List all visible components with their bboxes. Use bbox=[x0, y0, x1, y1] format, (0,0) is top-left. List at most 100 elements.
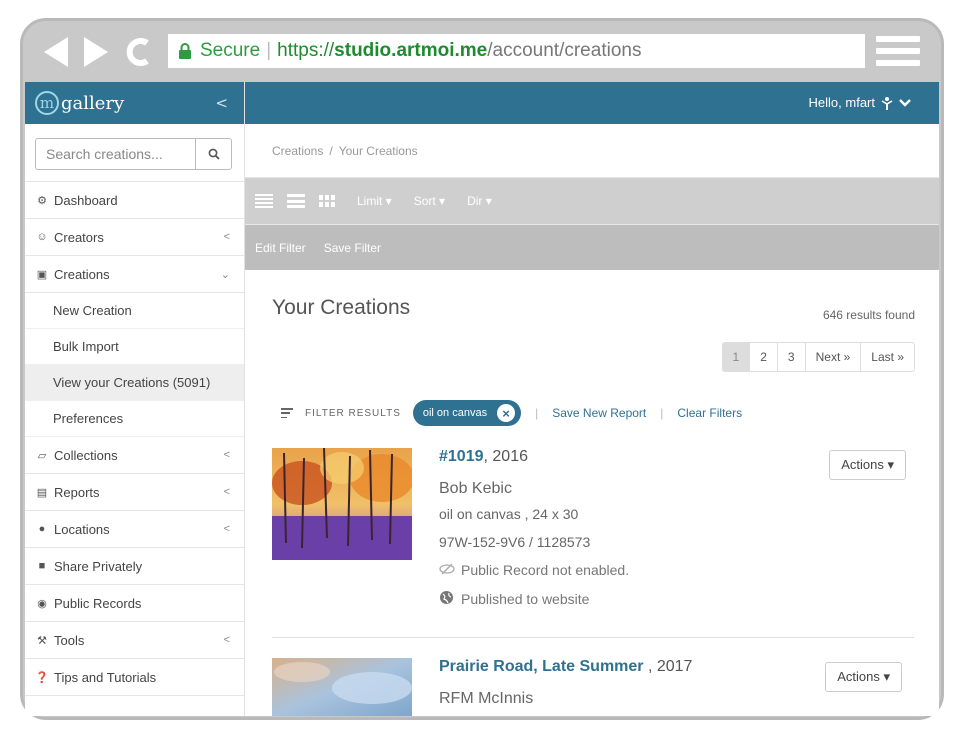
search-box bbox=[35, 138, 232, 170]
separator: | bbox=[535, 406, 539, 420]
search-icon bbox=[208, 148, 220, 160]
filter-toolbar: Edit Filter Save Filter bbox=[245, 224, 939, 270]
question-icon: ❓ bbox=[35, 671, 49, 684]
save-new-report-link[interactable]: Save New Report bbox=[552, 406, 646, 420]
remove-filter-icon[interactable]: × bbox=[497, 404, 516, 422]
artwork-title-row: Prairie Road, Late Summer , 2017 bbox=[439, 658, 799, 680]
page-3-button[interactable]: 3 bbox=[776, 343, 805, 371]
chevron-down-icon bbox=[899, 98, 911, 107]
pagination: 1 2 3 Next » Last » bbox=[721, 342, 915, 372]
sidebar-subitem-new-creation[interactable]: New Creation bbox=[25, 293, 244, 329]
clear-filters-link[interactable]: Clear Filters bbox=[677, 406, 742, 420]
sidebar-item-label: Tools bbox=[54, 632, 85, 648]
location-icon: ● bbox=[38, 523, 46, 535]
reload-icon[interactable] bbox=[124, 32, 154, 72]
sidebar-item-tips[interactable]: ❓ Tips and Tutorials bbox=[25, 659, 244, 696]
report-icon: ▤ bbox=[36, 486, 48, 499]
actions-dropdown[interactable]: Actions ▾ bbox=[825, 662, 902, 692]
forward-icon[interactable] bbox=[84, 37, 108, 67]
next-page-button[interactable]: Next » bbox=[804, 343, 861, 371]
filter-chip[interactable]: oil on canvas × bbox=[412, 400, 522, 426]
filter-icon bbox=[281, 408, 293, 418]
breadcrumb-current: Your Creations bbox=[338, 143, 418, 158]
sidebar-item-label: Creators bbox=[54, 229, 104, 245]
artwork-title-link[interactable]: Prairie Road, Late Summer bbox=[439, 658, 644, 675]
results-count: 646 results found bbox=[822, 308, 915, 322]
artwork-title-link[interactable]: #1019 bbox=[439, 448, 484, 465]
sidebar-item-public-records[interactable]: ◉ Public Records bbox=[25, 585, 244, 622]
sidebar-subitem-bulk-import[interactable]: Bulk Import bbox=[25, 329, 244, 365]
sort-dropdown[interactable]: Sort ▾ bbox=[414, 194, 445, 208]
sidebar-item-creations[interactable]: ▣ Creations ⌄ bbox=[25, 256, 244, 293]
sidebar-item-tools[interactable]: ⚒ Tools < bbox=[25, 622, 244, 659]
artwork-info: Prairie Road, Late Summer , 2017 RFM McI… bbox=[439, 658, 799, 708]
sidebar-item-label: Locations bbox=[54, 521, 110, 537]
separator: | bbox=[660, 406, 664, 420]
browser-nav bbox=[44, 32, 154, 72]
artwork-thumbnail[interactable] bbox=[272, 658, 412, 716]
page-2-button[interactable]: 2 bbox=[749, 343, 777, 371]
sidebar-item-share-privately[interactable]: ■ Share Privately bbox=[25, 548, 244, 585]
artwork-medium: oil on canvas , 24 x 30 bbox=[439, 506, 579, 522]
detail-view-icon[interactable] bbox=[287, 194, 305, 208]
list-view-icon[interactable] bbox=[255, 194, 273, 208]
save-filter-button[interactable]: Save Filter bbox=[324, 241, 381, 255]
breadcrumb-root[interactable]: Creations bbox=[272, 144, 323, 158]
published-status: Published to website bbox=[439, 590, 799, 608]
sidebar-collapse-icon[interactable]: < bbox=[215, 94, 228, 112]
user-menu[interactable]: Hello, mfart bbox=[809, 95, 911, 110]
brand-logo[interactable]: m gallery < bbox=[25, 82, 244, 124]
users-icon: ☺ bbox=[36, 231, 48, 243]
artwork-artist: RFM McInnis bbox=[439, 690, 534, 707]
chevron-left-icon: < bbox=[223, 523, 230, 535]
sidebar-item-label: Creations bbox=[54, 266, 110, 282]
filter-row: FILTER RESULTS oil on canvas × | Save Ne… bbox=[281, 400, 742, 426]
public-record-text: Public Record not enabled. bbox=[461, 562, 630, 578]
sidebar-item-label: Reports bbox=[54, 484, 100, 500]
grid-view-icon[interactable] bbox=[319, 195, 335, 207]
actions-dropdown[interactable]: Actions ▾ bbox=[829, 450, 906, 480]
brand-name: gallery bbox=[61, 92, 125, 114]
artwork-title-row: #1019, 2016 bbox=[439, 448, 799, 470]
sidebar-subitem-view-creations[interactable]: View your Creations (5091) bbox=[25, 365, 244, 401]
sidebar-item-creators[interactable]: ☺ Creators < bbox=[25, 219, 244, 256]
brand-m-icon: m bbox=[35, 91, 59, 115]
sidebar-item-reports[interactable]: ▤ Reports < bbox=[25, 474, 244, 511]
eye-slash-icon bbox=[439, 562, 457, 578]
edit-filter-button[interactable]: Edit Filter bbox=[255, 241, 306, 255]
artwork-thumbnail[interactable] bbox=[272, 448, 412, 560]
search-input[interactable] bbox=[36, 139, 195, 169]
app-screen: m gallery < ⚙ Dashboard ☺ Creators < ▣ C… bbox=[25, 82, 939, 716]
url-path: /account/creations bbox=[487, 40, 642, 61]
sidebar-item-collections[interactable]: ▱ Collections < bbox=[25, 437, 244, 474]
last-page-button[interactable]: Last » bbox=[860, 343, 914, 371]
user-icon bbox=[881, 96, 893, 110]
page-title: Your Creations bbox=[272, 296, 411, 319]
sidebar-item-label: Tips and Tutorials bbox=[54, 669, 157, 685]
top-header: Hello, mfart bbox=[245, 82, 939, 124]
chevron-left-icon: < bbox=[223, 231, 230, 243]
limit-dropdown[interactable]: Limit ▾ bbox=[357, 194, 392, 208]
breadcrumb-separator: / bbox=[329, 143, 333, 158]
sidebar-item-locations[interactable]: ● Locations < bbox=[25, 511, 244, 548]
sidebar-item-dashboard[interactable]: ⚙ Dashboard bbox=[25, 182, 244, 219]
hamburger-menu-icon[interactable] bbox=[876, 34, 920, 68]
back-icon[interactable] bbox=[44, 37, 68, 67]
published-text: Published to website bbox=[461, 591, 590, 607]
artwork-code: 97W-152-9V6 / 1128573 bbox=[439, 534, 591, 550]
sidebar-subitem-preferences[interactable]: Preferences bbox=[25, 401, 244, 437]
artwork-year: , 2017 bbox=[643, 658, 693, 675]
chevron-down-icon: ⌄ bbox=[220, 268, 230, 281]
address-bar[interactable]: Secure | https:// studio.artmoi.me /acco… bbox=[168, 34, 865, 68]
dir-dropdown[interactable]: Dir ▾ bbox=[467, 194, 492, 208]
image-icon: ▣ bbox=[36, 268, 48, 281]
sidebar: m gallery < ⚙ Dashboard ☺ Creators < ▣ C… bbox=[25, 82, 245, 716]
artwork-artist: Bob Kebic bbox=[439, 480, 512, 497]
main-content: Your Creations 646 results found 1 2 3 N… bbox=[245, 270, 939, 716]
search-button[interactable] bbox=[195, 139, 231, 169]
artwork-year: , 2016 bbox=[483, 448, 528, 465]
lock-icon: ■ bbox=[38, 560, 46, 572]
page-1-button[interactable]: 1 bbox=[722, 343, 750, 371]
public-record-status: Public Record not enabled. bbox=[439, 562, 799, 578]
sidebar-item-label: Collections bbox=[54, 447, 118, 463]
